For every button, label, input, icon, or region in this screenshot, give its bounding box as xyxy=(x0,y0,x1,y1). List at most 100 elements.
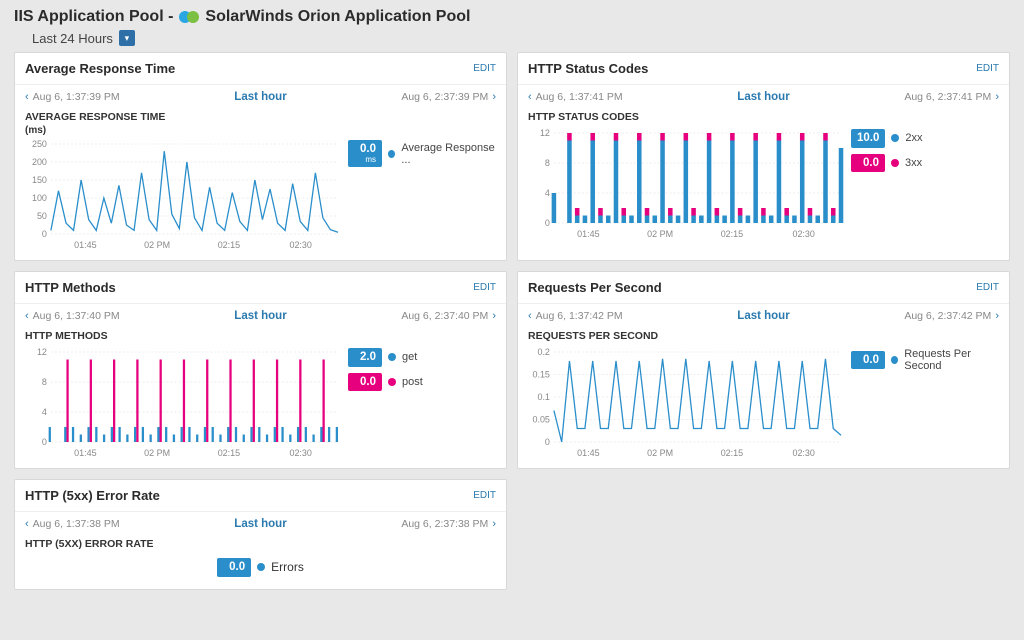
dashboard-grid: Average Response Time EDIT ‹Aug 6, 1:37:… xyxy=(0,52,1024,604)
chart-subtitle: HTTP (5XX) ERROR RATE xyxy=(15,536,506,552)
svg-text:01:45: 01:45 xyxy=(577,229,599,239)
chevron-left-icon[interactable]: ‹ xyxy=(528,91,532,103)
svg-text:200: 200 xyxy=(32,157,47,167)
edit-link[interactable]: EDIT xyxy=(473,490,496,501)
chevron-left-icon[interactable]: ‹ xyxy=(528,310,532,322)
chevron-right-icon[interactable]: › xyxy=(995,310,999,322)
page-title-prefix: IIS Application Pool - xyxy=(14,8,173,26)
svg-text:4: 4 xyxy=(545,188,550,198)
legend-label: post xyxy=(402,376,423,388)
card-rps: Requests Per Second EDIT ‹ Aug 6, 1:37:42… xyxy=(517,271,1010,469)
card-error-rate: HTTP (5xx) Error Rate EDIT ‹ Aug 6, 1:37:… xyxy=(14,479,507,590)
svg-text:0.1: 0.1 xyxy=(537,392,549,402)
chart-subtitle: HTTP STATUS CODES xyxy=(518,109,1009,125)
chart-canvas: 05010015020025001:4502 PM02:1502:30 xyxy=(23,140,342,250)
legend: 10.0 2xx 0.0 3xx xyxy=(851,129,1001,239)
chart-subtitle: REQUESTS PER SECOND xyxy=(518,328,1009,344)
time-nav: ‹Aug 6, 1:37:41 PM Last hour Aug 6, 2:37… xyxy=(518,85,1009,109)
timeframe-label: Last 24 Hours xyxy=(32,31,113,46)
timerange-picker[interactable]: Last hour xyxy=(234,518,286,530)
chevron-down-icon[interactable]: ▾ xyxy=(119,30,135,46)
chevron-right-icon[interactable]: › xyxy=(492,518,496,530)
svg-text:02 PM: 02 PM xyxy=(647,229,673,239)
timerange-picker[interactable]: Last hour xyxy=(234,310,286,322)
page-header: IIS Application Pool - SolarWinds Orion … xyxy=(0,0,1024,52)
legend-item[interactable]: 2.0 get xyxy=(348,348,498,367)
chart-subtitle: AVERAGE RESPONSE TIME xyxy=(15,109,506,125)
svg-text:02:15: 02:15 xyxy=(218,448,240,458)
svg-text:8: 8 xyxy=(545,158,550,168)
chart-canvas: 0481201:4502 PM02:1502:30 xyxy=(526,129,845,239)
card-status-codes: HTTP Status Codes EDIT ‹Aug 6, 1:37:41 P… xyxy=(517,52,1010,261)
edit-link[interactable]: EDIT xyxy=(976,282,999,293)
svg-text:02:15: 02:15 xyxy=(721,448,743,458)
svg-text:8: 8 xyxy=(42,377,47,387)
svg-text:02:30: 02:30 xyxy=(289,240,311,250)
timerange-picker[interactable]: Last hour xyxy=(737,91,789,103)
time-end: Aug 6, 2:37:41 PM xyxy=(904,91,991,103)
svg-text:02:15: 02:15 xyxy=(721,229,743,239)
time-end: Aug 6, 2:37:39 PM xyxy=(401,91,488,103)
time-start: Aug 6, 1:37:38 PM xyxy=(33,518,120,530)
card-http-methods: HTTP Methods EDIT ‹ Aug 6, 1:37:40 PM Las… xyxy=(14,271,507,469)
timeframe-selector[interactable]: Last 24 Hours ▾ xyxy=(32,30,1010,46)
chart-subtitle: HTTP METHODS xyxy=(15,328,506,344)
card-title: HTTP Methods xyxy=(25,280,116,295)
chevron-left-icon[interactable]: ‹ xyxy=(25,91,29,103)
legend-item[interactable]: 0.0 post xyxy=(348,373,498,392)
svg-text:0.15: 0.15 xyxy=(532,369,549,379)
legend-item[interactable]: 0.0ms Average Response ... xyxy=(348,140,498,167)
time-end: Aug 6, 2:37:38 PM xyxy=(401,518,488,530)
edit-link[interactable]: EDIT xyxy=(473,63,496,74)
legend: 0.0 Errors xyxy=(15,552,506,589)
app-pool-icon xyxy=(179,10,199,24)
chevron-right-icon[interactable]: › xyxy=(492,91,496,103)
legend-label: Average Response ... xyxy=(401,142,498,166)
svg-text:250: 250 xyxy=(32,140,47,149)
edit-link[interactable]: EDIT xyxy=(976,63,999,74)
chevron-left-icon[interactable]: ‹ xyxy=(25,518,29,530)
timerange-picker[interactable]: Last hour xyxy=(234,91,286,103)
edit-link[interactable]: EDIT xyxy=(473,282,496,293)
time-start: Aug 6, 1:37:40 PM xyxy=(33,310,120,322)
svg-text:12: 12 xyxy=(37,348,47,357)
legend: 2.0 get 0.0 post xyxy=(348,348,498,458)
time-start: Aug 6, 1:37:42 PM xyxy=(536,310,623,322)
pool-name: SolarWinds Orion Application Pool xyxy=(205,8,470,26)
time-start: Aug 6, 1:37:39 PM xyxy=(33,91,120,103)
svg-text:0: 0 xyxy=(42,437,47,447)
svg-text:02 PM: 02 PM xyxy=(647,448,673,458)
card-title: Requests Per Second xyxy=(528,280,662,295)
svg-text:50: 50 xyxy=(37,211,47,221)
timerange-picker[interactable]: Last hour xyxy=(737,310,789,322)
svg-text:01:45: 01:45 xyxy=(74,448,96,458)
time-nav: ‹ Aug 6, 1:37:39 PM Last hour Aug 6, 2:37… xyxy=(15,85,506,109)
chart-canvas: 0 0.05 0.1 0.15 0.2 01:45 02 PM 02:15 02:30 xyxy=(526,348,845,458)
time-nav: ‹ Aug 6, 1:37:40 PM Last hour Aug 6, 2:37… xyxy=(15,304,506,328)
svg-text:0: 0 xyxy=(545,437,550,447)
svg-text:0.05: 0.05 xyxy=(532,414,549,424)
svg-text:01:45: 01:45 xyxy=(577,448,599,458)
chart-canvas: 0481201:4502 PM02:1502:30 xyxy=(23,348,342,458)
time-nav: ‹Aug 6, 1:37:42 PM Last hour Aug 6, 2:37… xyxy=(518,304,1009,328)
chevron-right-icon[interactable]: › xyxy=(995,91,999,103)
card-avg-response: Average Response Time EDIT ‹ Aug 6, 1:37:… xyxy=(14,52,507,261)
page-title: IIS Application Pool - SolarWinds Orion … xyxy=(14,8,1010,26)
chevron-left-icon[interactable]: ‹ xyxy=(25,310,29,322)
legend-label: 3xx xyxy=(905,157,922,169)
legend-label: Errors xyxy=(271,560,304,574)
svg-text:02:15: 02:15 xyxy=(218,240,240,250)
time-end: Aug 6, 2:37:40 PM xyxy=(401,310,488,322)
card-title: HTTP (5xx) Error Rate xyxy=(25,488,160,503)
svg-text:02 PM: 02 PM xyxy=(144,448,170,458)
legend-item[interactable]: 10.0 2xx xyxy=(851,129,1001,148)
svg-text:100: 100 xyxy=(32,193,47,203)
legend-item[interactable]: 0.0 3xx xyxy=(851,154,1001,173)
time-nav: ‹ Aug 6, 1:37:38 PM Last hour Aug 6, 2:37… xyxy=(15,512,506,536)
svg-text:0.2: 0.2 xyxy=(537,348,549,357)
card-title: Average Response Time xyxy=(25,61,175,76)
chevron-right-icon[interactable]: › xyxy=(492,310,496,322)
legend: 0.0 Requests Per Second xyxy=(851,348,1001,458)
legend-item[interactable]: 0.0 Requests Per Second xyxy=(851,348,1001,372)
svg-text:02:30: 02:30 xyxy=(792,448,814,458)
